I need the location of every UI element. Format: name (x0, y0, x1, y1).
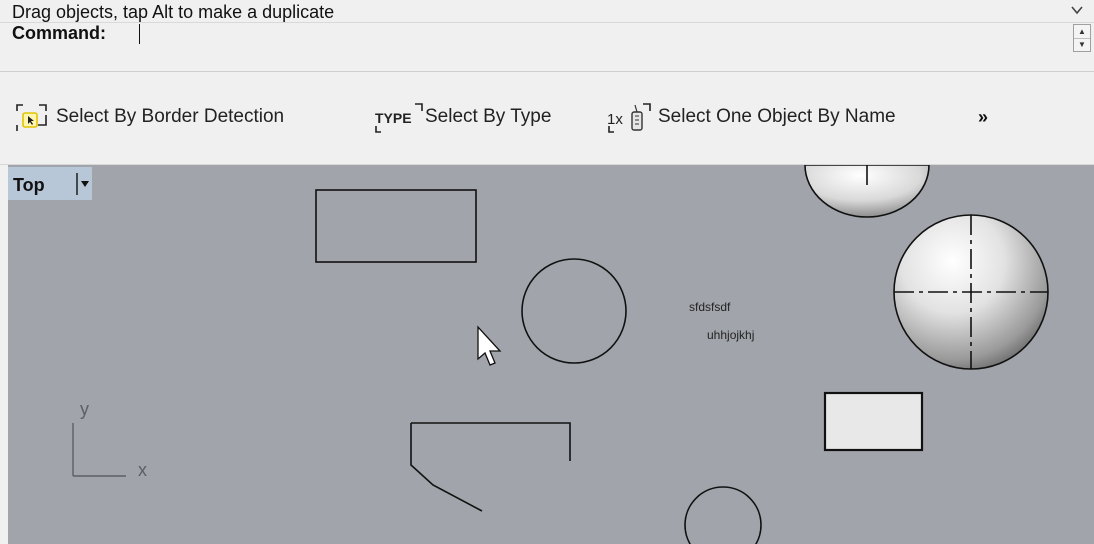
spinner-down-icon[interactable]: ▼ (1074, 38, 1090, 51)
viewport-title[interactable]: Top (13, 175, 45, 196)
selection-toolbar: Select By Border Detection TYPE Select B… (0, 72, 1094, 165)
rectangle-curve[interactable] (315, 189, 477, 263)
circle-curve-bottom[interactable] (684, 486, 762, 544)
spinner-up-icon[interactable]: ▲ (1074, 25, 1090, 39)
rectangle-surface[interactable] (823, 391, 924, 452)
dropdown-arrow-icon[interactable] (76, 169, 92, 202)
command-history-text: Drag objects, tap Alt to make a duplicat… (12, 2, 335, 22)
text-object-1[interactable]: sfdsfsdf (689, 300, 731, 314)
select-by-type-icon-text: TYPE (375, 110, 412, 126)
text-object-2[interactable]: uhhjojkhj (707, 328, 754, 342)
axis-icon: y x (72, 399, 147, 480)
chevron-down-icon[interactable] (1070, 3, 1084, 17)
select-one-object-by-name-label: Select One Object By Name (658, 106, 896, 127)
select-one-object-by-name-button[interactable]: 1x Select One Object By Name (604, 100, 896, 134)
axis-y-label: y (80, 399, 89, 419)
viewport-title-tab[interactable]: Top (8, 167, 92, 200)
polyline-curve-right[interactable] (411, 422, 571, 461)
mouse-cursor-icon (477, 325, 502, 366)
command-input[interactable] (135, 23, 1035, 45)
select-by-type-icon: TYPE (371, 101, 425, 133)
rhino-window: Drag objects, tap Alt to make a duplicat… (0, 0, 1094, 544)
sphere-object[interactable] (893, 214, 1049, 370)
toolbar-overflow-button[interactable]: » (978, 107, 988, 128)
axis-x-label: x (138, 460, 147, 480)
command-history: Drag objects, tap Alt to make a duplicat… (0, 0, 1094, 23)
select-by-border-detection-label: Select By Border Detection (56, 106, 285, 127)
select-border-detection-icon (12, 101, 56, 133)
text-caret (139, 24, 140, 44)
viewport-scene[interactable]: sfdsfsdf uhhjojkhj y x (8, 165, 1094, 544)
sphere-partial-top[interactable] (804, 165, 930, 218)
polyline-curve[interactable] (410, 423, 483, 512)
select-by-border-detection-button[interactable]: Select By Border Detection (12, 100, 284, 134)
circle-curve[interactable] (521, 258, 627, 364)
select-by-type-label: Select By Type (425, 106, 552, 127)
top-viewport[interactable]: sfdsfsdf uhhjojkhj y x Top (8, 165, 1094, 544)
spinner-arrows-icon[interactable]: ▲ ▼ (1073, 24, 1091, 52)
command-label: Command: (12, 23, 106, 43)
select-by-name-icon: 1x (604, 101, 658, 133)
select-by-name-icon-text: 1x (607, 111, 623, 128)
command-line: Command: ▲ ▼ (0, 23, 1094, 72)
select-by-type-button[interactable]: TYPE Select By Type (371, 100, 551, 134)
